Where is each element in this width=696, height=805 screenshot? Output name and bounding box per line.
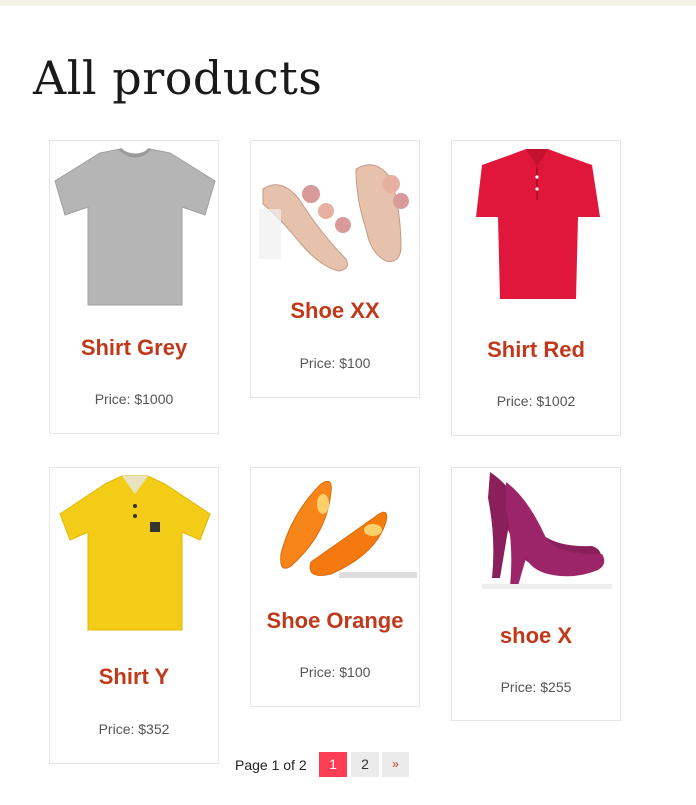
top-bar [0, 0, 696, 6]
pagination-label: Page 1 of 2 [235, 757, 307, 773]
product-price: Price: $1002 [496, 393, 576, 409]
product-name[interactable]: Shirt Grey [50, 335, 218, 361]
product-price: Price: $100 [299, 355, 371, 371]
product-card[interactable]: Shirt Grey Price: $1000 [49, 140, 219, 434]
product-name[interactable]: Shoe Orange [251, 608, 419, 634]
product-price: Price: $100 [299, 664, 371, 680]
sandal-shoe-image[interactable] [251, 149, 421, 275]
page-1-button[interactable]: 1 [319, 752, 347, 777]
orange-shoe-image[interactable] [251, 474, 421, 584]
product-name[interactable]: Shirt Y [50, 664, 218, 690]
purple-heels-image[interactable] [452, 468, 622, 593]
product-name[interactable]: shoe X [452, 623, 620, 649]
pagination: Page 1 of 2 1 2 » [0, 752, 696, 778]
product-price: Price: $352 [98, 721, 170, 737]
product-card[interactable]: Shoe XX Price: $100 [250, 140, 420, 398]
yellow-shirt-image[interactable] [50, 470, 220, 636]
product-card[interactable]: Shirt Y Price: $352 [49, 467, 219, 764]
product-price: Price: $1000 [94, 391, 174, 407]
red-shirt-image[interactable] [452, 145, 622, 305]
product-name[interactable]: Shoe XX [251, 298, 419, 324]
grey-shirt-image[interactable] [50, 145, 220, 310]
product-card[interactable]: Shirt Red Price: $1002 [451, 140, 621, 436]
page-2-button[interactable]: 2 [351, 752, 379, 777]
product-card[interactable]: Shoe Orange Price: $100 [250, 467, 420, 707]
page-title: All products [33, 51, 323, 105]
product-price: Price: $255 [500, 679, 572, 695]
product-card[interactable]: shoe X Price: $255 [451, 467, 621, 721]
product-name[interactable]: Shirt Red [452, 337, 620, 363]
next-page-button[interactable]: » [382, 752, 409, 777]
